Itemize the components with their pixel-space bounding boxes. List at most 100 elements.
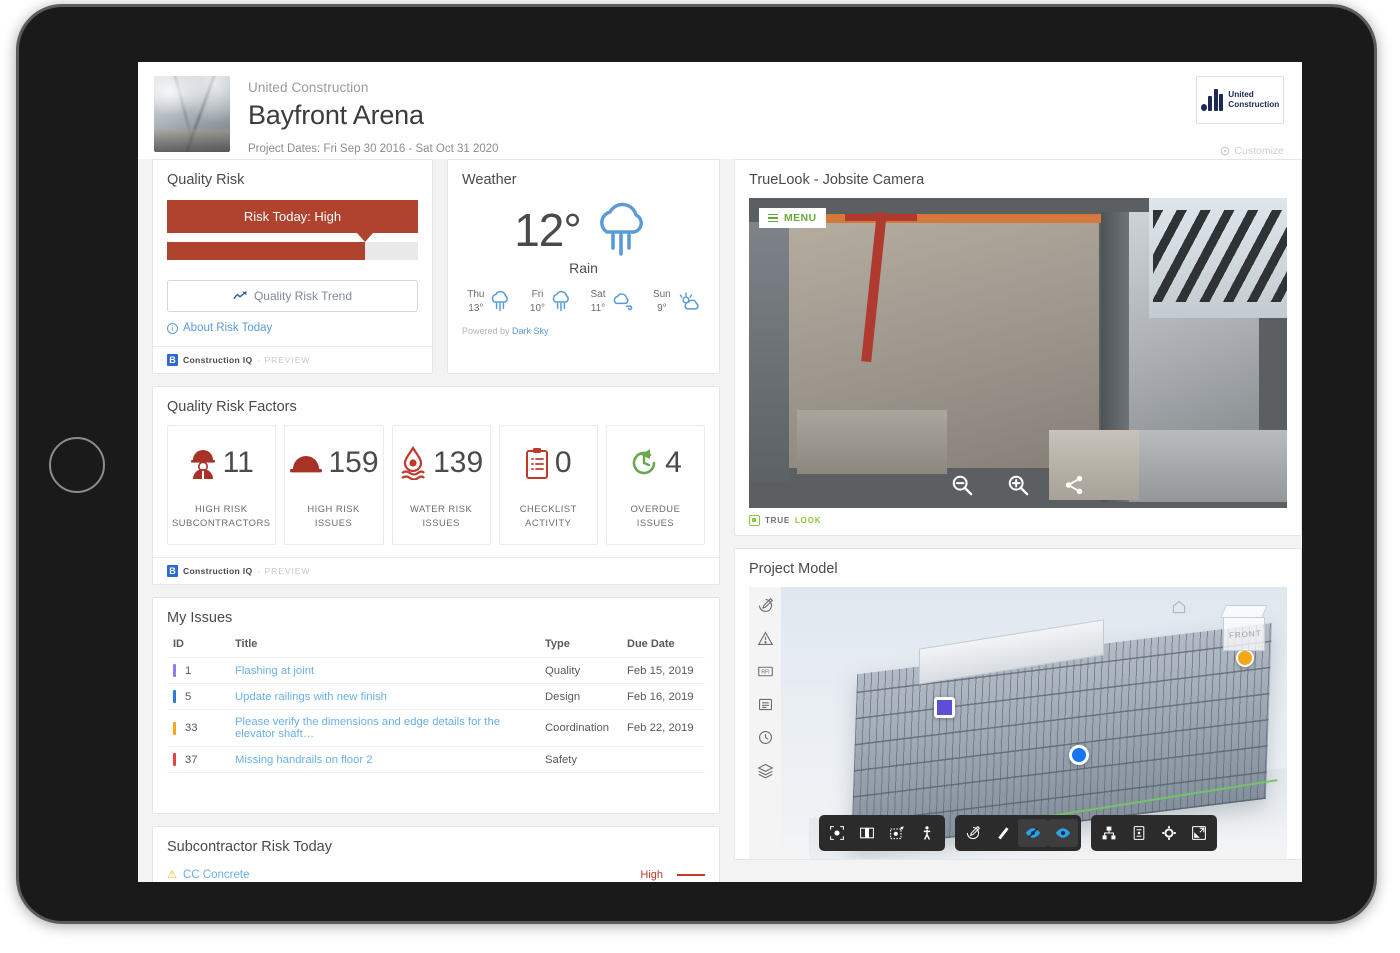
blue-marker[interactable] [1069, 745, 1089, 765]
issue-title-link[interactable]: Missing handrails on floor 2 [235, 754, 373, 766]
table-header-row: ID Title Type Due Date [167, 634, 705, 658]
quality-risk-title: Quality Risk [153, 160, 432, 196]
issue-due-date: Feb 15, 2019 [621, 658, 705, 684]
tile-overdue-issues[interactable]: 4 OVERDUE ISSUES [606, 425, 705, 545]
hide-element-icon[interactable] [1018, 819, 1048, 847]
history-clock-icon[interactable] [757, 729, 774, 746]
issue-id: 5 [185, 691, 191, 703]
tile-label: CHECKLIST ACTIVITY [504, 502, 593, 529]
table-row[interactable]: 1 Flashing at joint Quality Feb 15, 2019 [167, 658, 705, 684]
tile-value: 11 [223, 446, 254, 480]
issue-priority-bar [173, 690, 176, 703]
tile-high-risk-issues[interactable]: 159 HIGH RISK ISSUES [284, 425, 384, 545]
sheets-icon[interactable] [757, 696, 774, 713]
issue-warning-icon[interactable] [757, 630, 774, 647]
tile-label: HIGH RISK ISSUES [289, 502, 379, 529]
my-issues-card: My Issues ID Title Type Due Date [152, 597, 720, 814]
subcontractor-name[interactable]: CC Concrete [183, 869, 619, 881]
zoom-out-icon[interactable] [951, 474, 973, 496]
fullscreen-icon[interactable] [1184, 819, 1214, 847]
issue-due-date [621, 747, 705, 773]
table-row[interactable]: 5 Update railings with new finish Design… [167, 684, 705, 710]
purple-marker[interactable] [934, 697, 955, 718]
construction-iq-footer: B Construction IQ · PREVIEW [153, 557, 719, 584]
markup-icon[interactable] [757, 597, 774, 614]
risk-progress-track [167, 242, 418, 260]
issue-priority-bar [173, 753, 176, 766]
tile-high-risk-subcontractors[interactable]: 11 HIGH RISK SUBCONTRACTORS [167, 425, 276, 545]
column-header-type[interactable]: Type [539, 634, 621, 658]
issue-title-link[interactable]: Flashing at joint [235, 665, 314, 677]
project-model-title: Project Model [735, 549, 1301, 585]
customize-label: Customize [1234, 145, 1284, 157]
quality-risk-trend-button[interactable]: Quality Risk Trend [167, 280, 418, 312]
settings-gear-icon[interactable] [1154, 819, 1184, 847]
tablet-home-button[interactable] [49, 437, 105, 493]
page-title: Bayfront Arena [248, 100, 499, 131]
issue-id: 33 [185, 722, 198, 734]
tile-value: 159 [329, 446, 379, 480]
forecast-day-temp: 13° [467, 302, 484, 316]
model-tree-icon[interactable] [1094, 819, 1124, 847]
share-icon[interactable] [1063, 474, 1085, 496]
tile-checklist-activity[interactable]: 0 CHECKLIST ACTIVITY [499, 425, 598, 545]
properties-icon[interactable] [1124, 819, 1154, 847]
camera-menu-button[interactable]: MENU [759, 208, 826, 228]
camera-controls [951, 474, 1085, 496]
issue-due-date: Feb 16, 2019 [621, 684, 705, 710]
markup-icon[interactable] [958, 819, 988, 847]
tile-label: WATER RISK ISSUES [397, 502, 486, 529]
issue-priority-bar [173, 664, 176, 677]
issue-title-link[interactable]: Please verify the dimensions and edge de… [235, 716, 500, 740]
section-box-icon[interactable] [882, 819, 912, 847]
risk-sparkline [677, 874, 705, 876]
column-header-due-date[interactable]: Due Date [621, 634, 705, 658]
jobsite-camera-title: TrueLook - Jobsite Camera [735, 160, 1301, 196]
column-header-title[interactable]: Title [229, 634, 539, 658]
issue-type: Safety [539, 747, 621, 773]
truelook-logo-look: LOOK [795, 516, 821, 525]
quality-risk-factors-tiles: 11 HIGH RISK SUBCONTRACTORS 159 [153, 423, 719, 545]
home-icon[interactable] [1171, 599, 1187, 615]
list-item[interactable]: ⚠ CC Concrete High [167, 863, 705, 882]
trend-line-icon [233, 290, 247, 302]
screen: United Construction Bayfront Arena Proje… [138, 62, 1302, 882]
isolate-element-icon[interactable] [1048, 819, 1078, 847]
warning-icon: ⚠ [167, 868, 183, 881]
jobsite-camera-card: TrueLook - Jobsite Camera [734, 159, 1302, 536]
table-row[interactable]: 33 Please verify the dimensions and edge… [167, 710, 705, 747]
tile-value: 139 [433, 446, 483, 480]
forecast-day-temp: 11° [590, 302, 605, 316]
risk-today-banner: Risk Today: High [167, 200, 418, 233]
quality-risk-card: Quality Risk Risk Today: High Quality Ri… [152, 159, 433, 374]
model-viewport[interactable]: RFI [749, 587, 1287, 859]
issue-title-link[interactable]: Update railings with new finish [235, 691, 387, 703]
walkthrough-icon[interactable] [912, 819, 942, 847]
table-row[interactable]: 37 Missing handrails on floor 2 Safety [167, 747, 705, 773]
wind-cloud-icon [611, 291, 635, 313]
svg-text:RFI: RFI [761, 670, 769, 676]
view-cube[interactable]: FRONT [1217, 605, 1273, 657]
weather-card: Weather 12° [447, 159, 720, 374]
about-risk-today-link[interactable]: i About Risk Today [167, 322, 418, 334]
rfi-icon[interactable]: RFI [757, 663, 774, 680]
fit-to-view-icon[interactable] [822, 819, 852, 847]
customize-button[interactable]: Customize [1220, 145, 1284, 157]
forecast-day: Sun 9° [653, 288, 700, 316]
weather-current: 12° [448, 202, 719, 258]
zoom-in-icon[interactable] [1007, 474, 1029, 496]
forecast-day-temp: 10° [530, 302, 545, 316]
project-thumbnail [154, 76, 230, 152]
layers-icon[interactable] [757, 762, 774, 779]
right-column: TrueLook - Jobsite Camera [734, 159, 1302, 868]
construction-iq-preview-badge: · PREVIEW [257, 355, 310, 365]
split-view-icon[interactable] [852, 819, 882, 847]
dark-sky-link[interactable]: Dark Sky [512, 326, 549, 336]
camera-viewport[interactable]: MENU [749, 198, 1287, 508]
tile-value: 0 [555, 446, 572, 480]
model-sidebar: RFI [749, 587, 781, 859]
tile-water-risk-issues[interactable]: 139 WATER RISK ISSUES [392, 425, 491, 545]
forecast-day-name: Sat [590, 288, 605, 302]
column-header-id[interactable]: ID [167, 634, 229, 658]
measure-icon[interactable] [988, 819, 1018, 847]
